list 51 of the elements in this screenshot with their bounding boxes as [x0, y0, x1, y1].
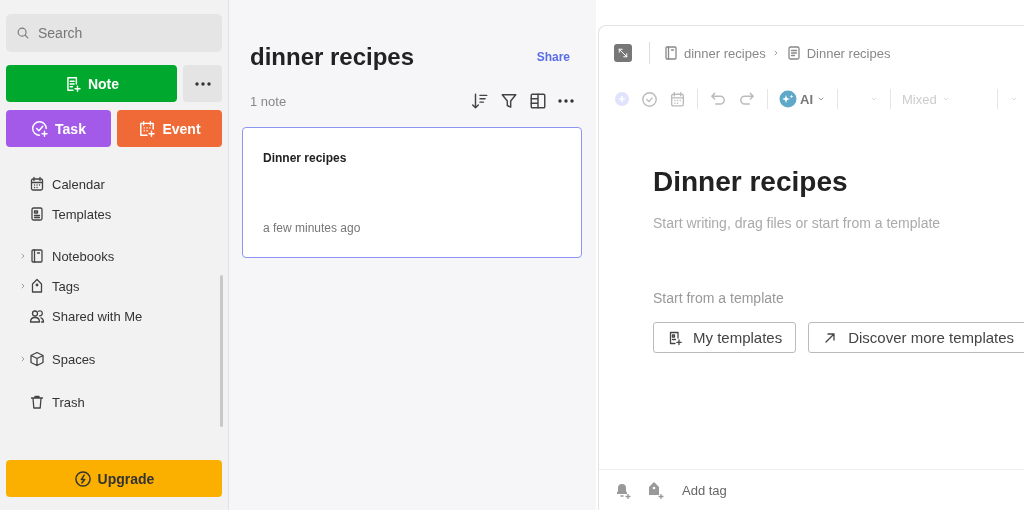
- note-title[interactable]: Dinner recipes: [653, 166, 1024, 198]
- layout-icon: [529, 92, 547, 110]
- template-add-icon: [667, 329, 683, 346]
- expand-icon: [617, 47, 629, 59]
- document-icon: [29, 206, 45, 222]
- search-icon: [16, 26, 30, 40]
- share-button[interactable]: Share: [536, 50, 570, 64]
- sparkle-icon: [779, 90, 797, 108]
- undo-icon: [709, 90, 727, 108]
- task-add-icon: [31, 119, 50, 138]
- check-circle-icon: [641, 90, 658, 108]
- tag-icon: [29, 278, 45, 294]
- task-button[interactable]: Task: [6, 110, 111, 147]
- notebook-icon: [663, 45, 679, 61]
- more-icon[interactable]: [558, 99, 574, 103]
- breadcrumb-item[interactable]: dinner recipes: [663, 45, 766, 61]
- sidebar-item[interactable]: Tags: [52, 278, 80, 294]
- notebook-title: dinner recipes: [250, 43, 415, 71]
- people-icon: [29, 308, 45, 324]
- document-icon: [785, 45, 802, 61]
- ai-button[interactable]: AI: [779, 90, 826, 108]
- calendar-icon: [669, 90, 686, 108]
- trash-icon: [29, 394, 45, 410]
- more-icon: [194, 81, 211, 86]
- sidebar-item[interactable]: Trash: [52, 394, 85, 410]
- upgrade-button[interactable]: Upgrade: [6, 460, 222, 497]
- notebook-icon: [29, 248, 45, 264]
- note-count: 1 note: [250, 93, 287, 109]
- breadcrumb-item[interactable]: Dinner recipes: [785, 45, 891, 61]
- my-templates-button[interactable]: My templates: [653, 322, 797, 353]
- expand-button[interactable]: [614, 44, 632, 62]
- filter-icon: [500, 92, 518, 110]
- note-time: a few minutes ago: [263, 221, 362, 235]
- template-heading: Start from a template: [653, 290, 785, 306]
- note-card[interactable]: Dinner recipes a few minutes ago: [242, 127, 582, 258]
- more-button[interactable]: [183, 65, 222, 102]
- search-field[interactable]: Search: [6, 14, 222, 52]
- note-title: Dinner recipes: [263, 151, 348, 165]
- redo-icon: [738, 90, 756, 108]
- discover-templates-button[interactable]: Discover more templates: [808, 322, 1024, 353]
- add-tag-button[interactable]: Add tag: [682, 482, 727, 498]
- sort-icon: [471, 92, 489, 110]
- cube-icon: [29, 351, 45, 367]
- sidebar-item[interactable]: Spaces: [52, 351, 96, 367]
- sidebar-item[interactable]: Notebooks: [52, 248, 115, 264]
- upgrade-icon: [73, 469, 92, 488]
- calendar-add-icon: [138, 119, 157, 138]
- sidebar-item[interactable]: Shared with Me: [52, 308, 143, 324]
- sidebar-item[interactable]: Templates: [52, 206, 112, 222]
- calendar-icon: [29, 176, 45, 192]
- sidebar-item[interactable]: Calendar: [52, 176, 105, 192]
